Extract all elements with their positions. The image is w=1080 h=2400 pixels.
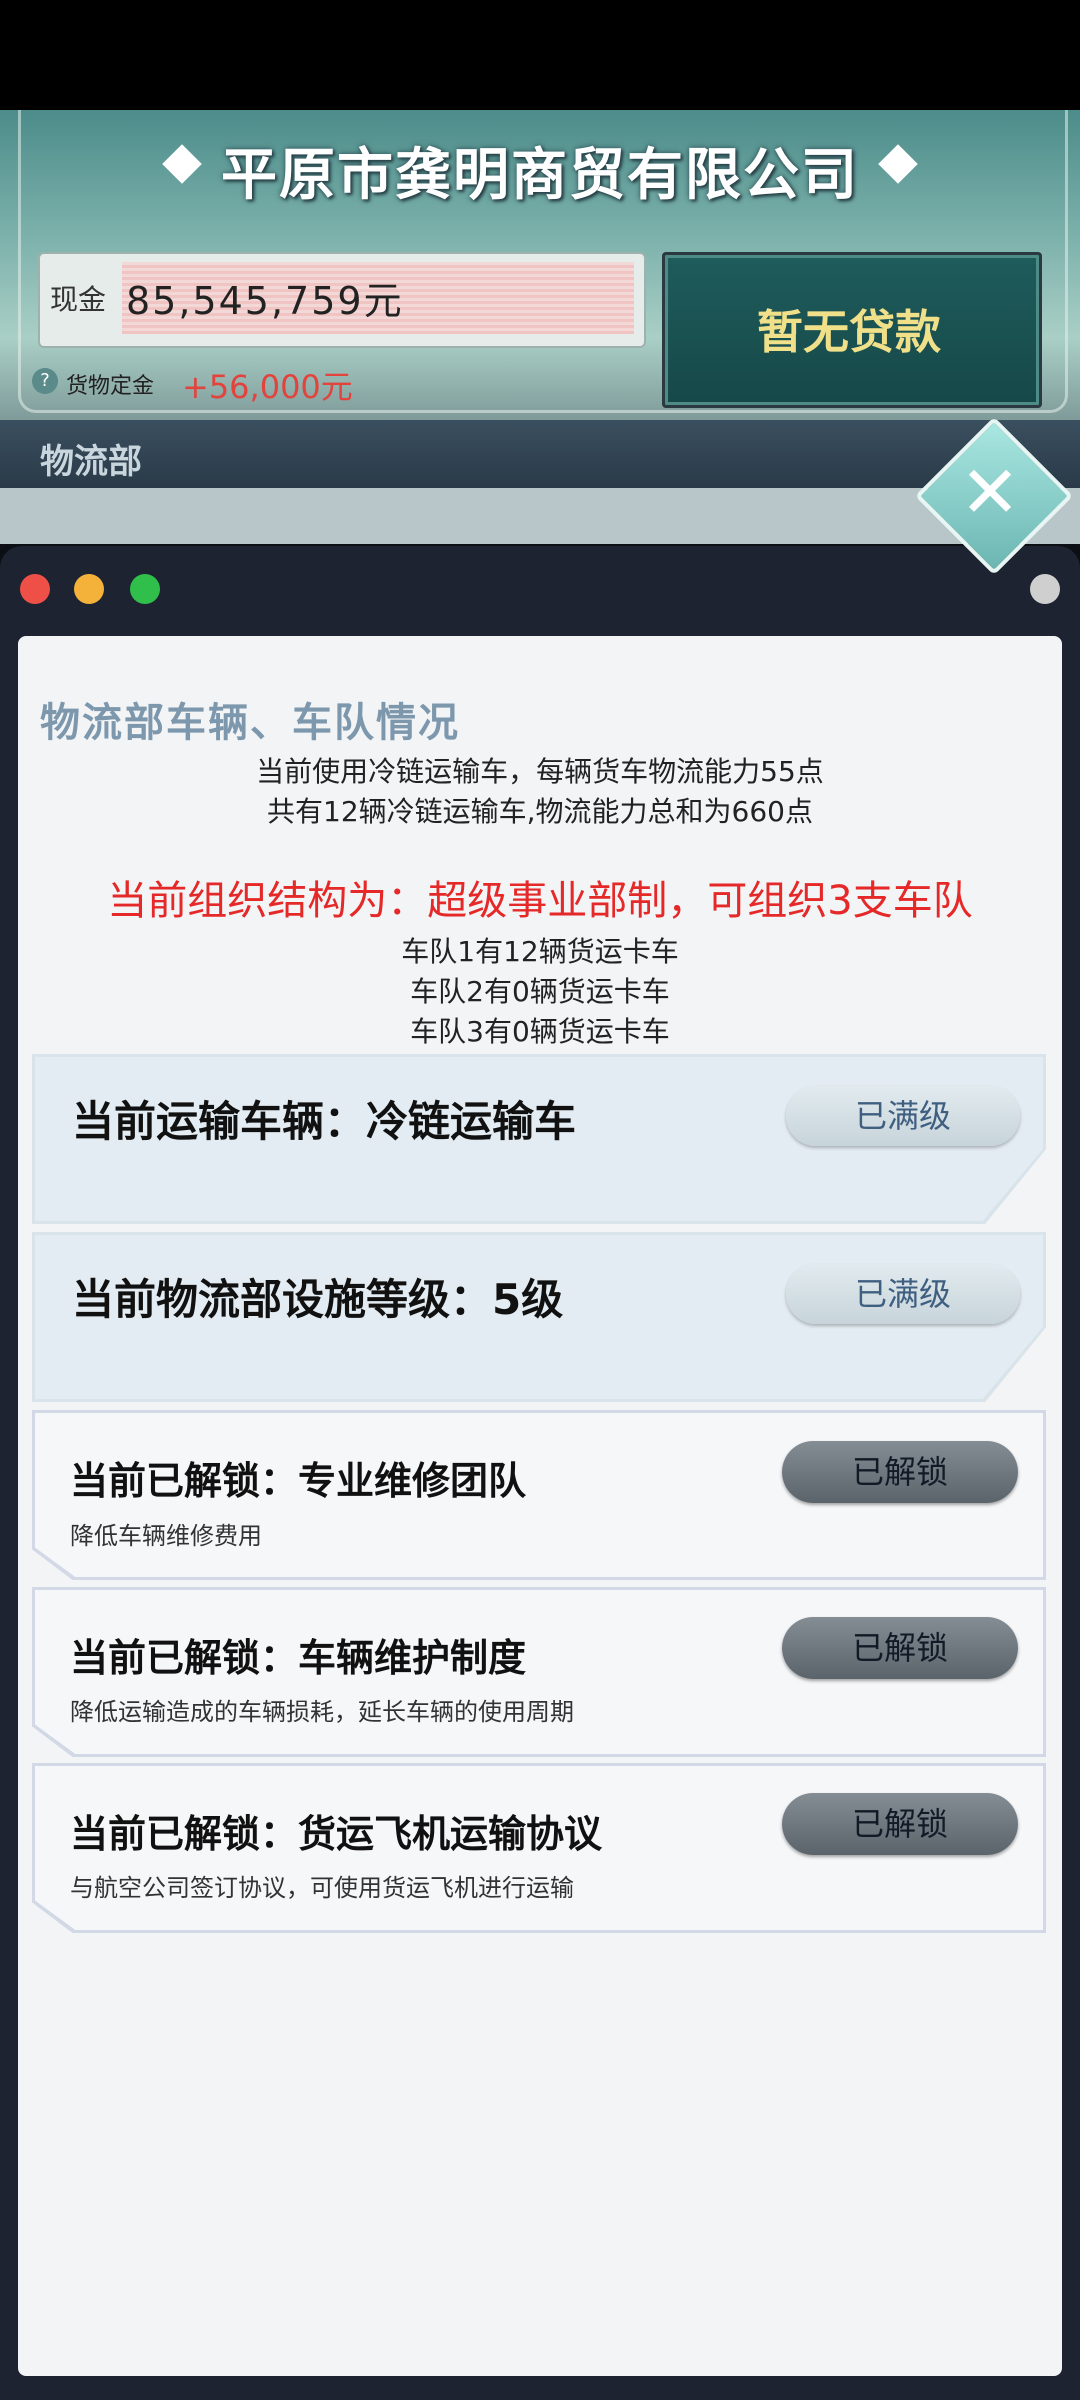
close-x-icon[interactable]: ✕ bbox=[938, 440, 1042, 544]
department-label: 物流部 bbox=[40, 442, 142, 482]
info-line: 当前使用冷链运输车，每辆货车物流能力55点 bbox=[256, 755, 824, 788]
cargo-plane-desc: 与航空公司签订协议，可使用货运飞机进行运输 bbox=[70, 1874, 574, 1902]
facility-card-title: 当前物流部设施等级：5级 bbox=[72, 1275, 564, 1324]
window-status-dot-icon bbox=[1030, 574, 1060, 604]
panel-title: 物流部车辆、车队情况 bbox=[40, 700, 460, 746]
window-minimize-dot-icon[interactable] bbox=[74, 574, 104, 604]
repair-team-unlocked-button[interactable]: 已解锁 bbox=[782, 1441, 1018, 1503]
cash-value: 85,545,759元 bbox=[126, 279, 404, 323]
facility-maxed-button[interactable]: 已满级 bbox=[786, 1264, 1020, 1324]
cargo-plane-title: 当前已解锁：货运飞机运输协议 bbox=[70, 1812, 603, 1856]
maintenance-title: 当前已解锁：车辆维护制度 bbox=[70, 1636, 527, 1680]
info-line: 共有12辆冷链运输车,物流能力总和为660点 bbox=[267, 795, 813, 828]
window-maximize-dot-icon[interactable] bbox=[130, 574, 160, 604]
department-bar bbox=[0, 420, 1080, 488]
maintenance-unlocked-button[interactable]: 已解锁 bbox=[782, 1617, 1018, 1679]
window-close-dot-icon[interactable] bbox=[20, 574, 50, 604]
vehicle-card-title: 当前运输车辆：冷链运输车 bbox=[72, 1097, 577, 1146]
vehicle-maxed-button[interactable]: 已满级 bbox=[786, 1086, 1020, 1146]
loan-button-label[interactable]: 暂无贷款 bbox=[662, 296, 1036, 362]
fleet-line: 车队3有0辆货运卡车 bbox=[410, 1015, 670, 1048]
cash-label: 现金 bbox=[50, 283, 107, 316]
repair-team-desc: 降低车辆维修费用 bbox=[70, 1522, 262, 1550]
deposit-label: 货物定金 bbox=[66, 374, 155, 399]
deposit-value: +56,000元 bbox=[182, 368, 353, 406]
company-name: 平原市龚明商贸有限公司 bbox=[221, 143, 859, 208]
repair-team-title: 当前已解锁：专业维修团队 bbox=[70, 1459, 527, 1503]
maintenance-desc: 降低运输造成的车辆损耗，延长车辆的使用周期 bbox=[70, 1698, 574, 1726]
help-icon[interactable]: ? bbox=[32, 368, 58, 394]
status-bar bbox=[0, 0, 1080, 110]
fleet-line: 车队1有12辆货运卡车 bbox=[401, 935, 679, 968]
fleet-line: 车队2有0辆货运卡车 bbox=[410, 975, 670, 1008]
cargo-plane-unlocked-button[interactable]: 已解锁 bbox=[782, 1793, 1018, 1855]
org-structure-text: 当前组织结构为：超级事业部制，可组织3支车队 bbox=[107, 878, 973, 924]
